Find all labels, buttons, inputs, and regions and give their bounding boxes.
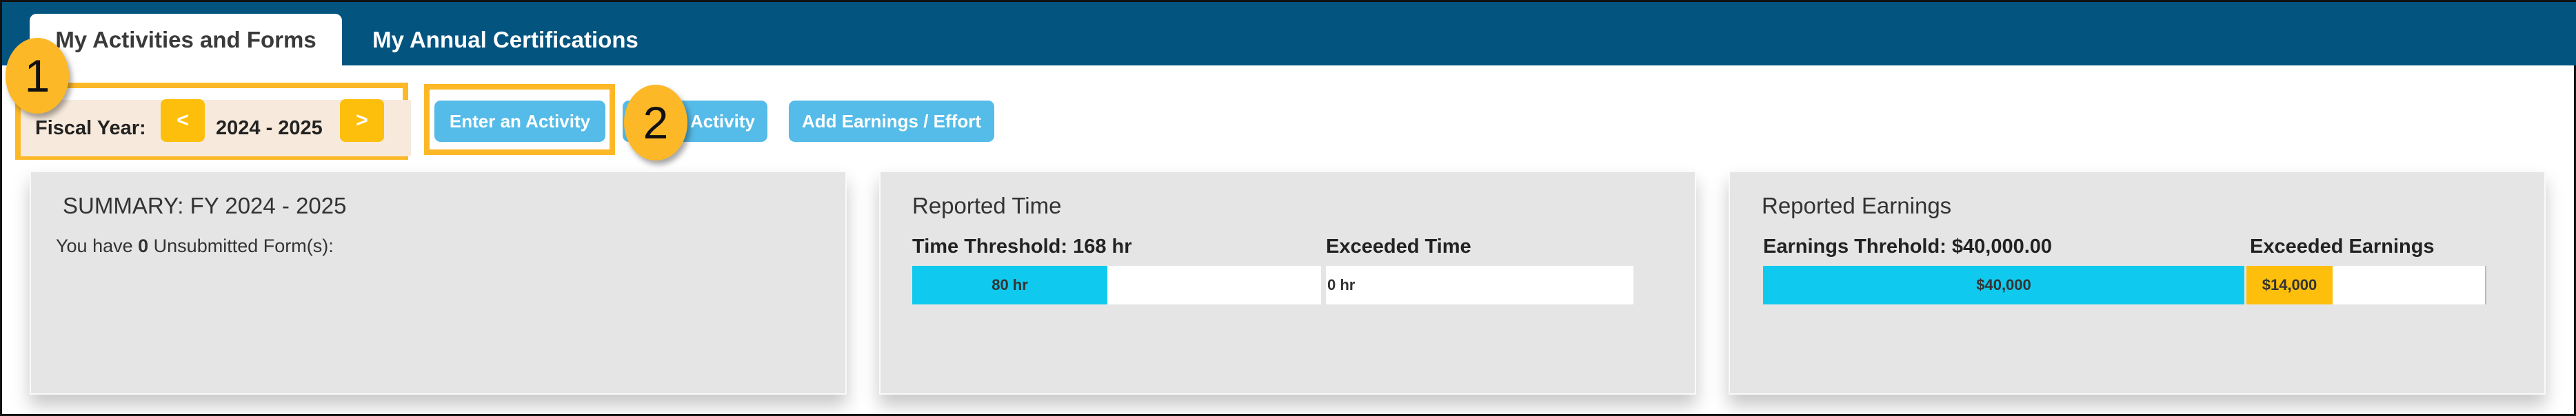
reported-earnings-bar: $40,000	[1763, 266, 2244, 304]
tab-my-annual-certifications[interactable]: My Annual Certifications	[354, 14, 657, 65]
next-year-button[interactable]: >	[340, 99, 384, 142]
summary-title: SUMMARY: FY 2024 - 2025	[63, 193, 347, 218]
unsubmitted-count: 0	[138, 236, 149, 256]
tab-my-activities-and-forms[interactable]: My Activities and Forms	[30, 14, 342, 65]
reported-time-bar: 80 hr	[912, 266, 1107, 304]
previous-year-button[interactable]: <	[161, 99, 205, 142]
unsubmitted-forms-text: You have 0 Unsubmitted Form(s):	[56, 236, 334, 257]
fiscal-year-label: Fiscal Year:	[35, 117, 146, 139]
callout-badge-1: 1	[6, 38, 69, 114]
reported-time-panel: Reported Time Time Threshold: 168 hr Exc…	[879, 171, 1696, 395]
enter-activity-button[interactable]: Enter an Activity	[434, 101, 605, 142]
exceeded-earnings-bar: $14,000	[2246, 266, 2333, 304]
reported-earnings-panel: Reported Earnings Earnings Threhold: $40…	[1729, 171, 2546, 395]
text-prefix: You have	[56, 236, 139, 256]
text-suffix: Unsubmitted Form(s):	[148, 236, 334, 256]
exceeded-time-bar: 0 hr	[1326, 266, 1633, 304]
summary-panel: SUMMARY: FY 2024 - 2025 You have 0 Unsub…	[30, 171, 847, 395]
exceeded-time-label: Exceeded Time	[1326, 236, 1471, 258]
reported-earnings-title: Reported Earnings	[1762, 193, 1952, 218]
callout-badge-2: 2	[624, 85, 687, 160]
reported-time-title: Reported Time	[912, 193, 1062, 218]
exceeded-earnings-label: Exceeded Earnings	[2250, 236, 2435, 258]
time-threshold-label: Time Threshold: 168 hr	[912, 236, 1132, 258]
add-earnings-effort-button[interactable]: Add Earnings / Effort	[789, 101, 994, 142]
fiscal-year-value: 2024 - 2025	[216, 117, 323, 139]
earnings-threshold-label: Earnings Threhold: $40,000.00	[1763, 236, 2053, 258]
